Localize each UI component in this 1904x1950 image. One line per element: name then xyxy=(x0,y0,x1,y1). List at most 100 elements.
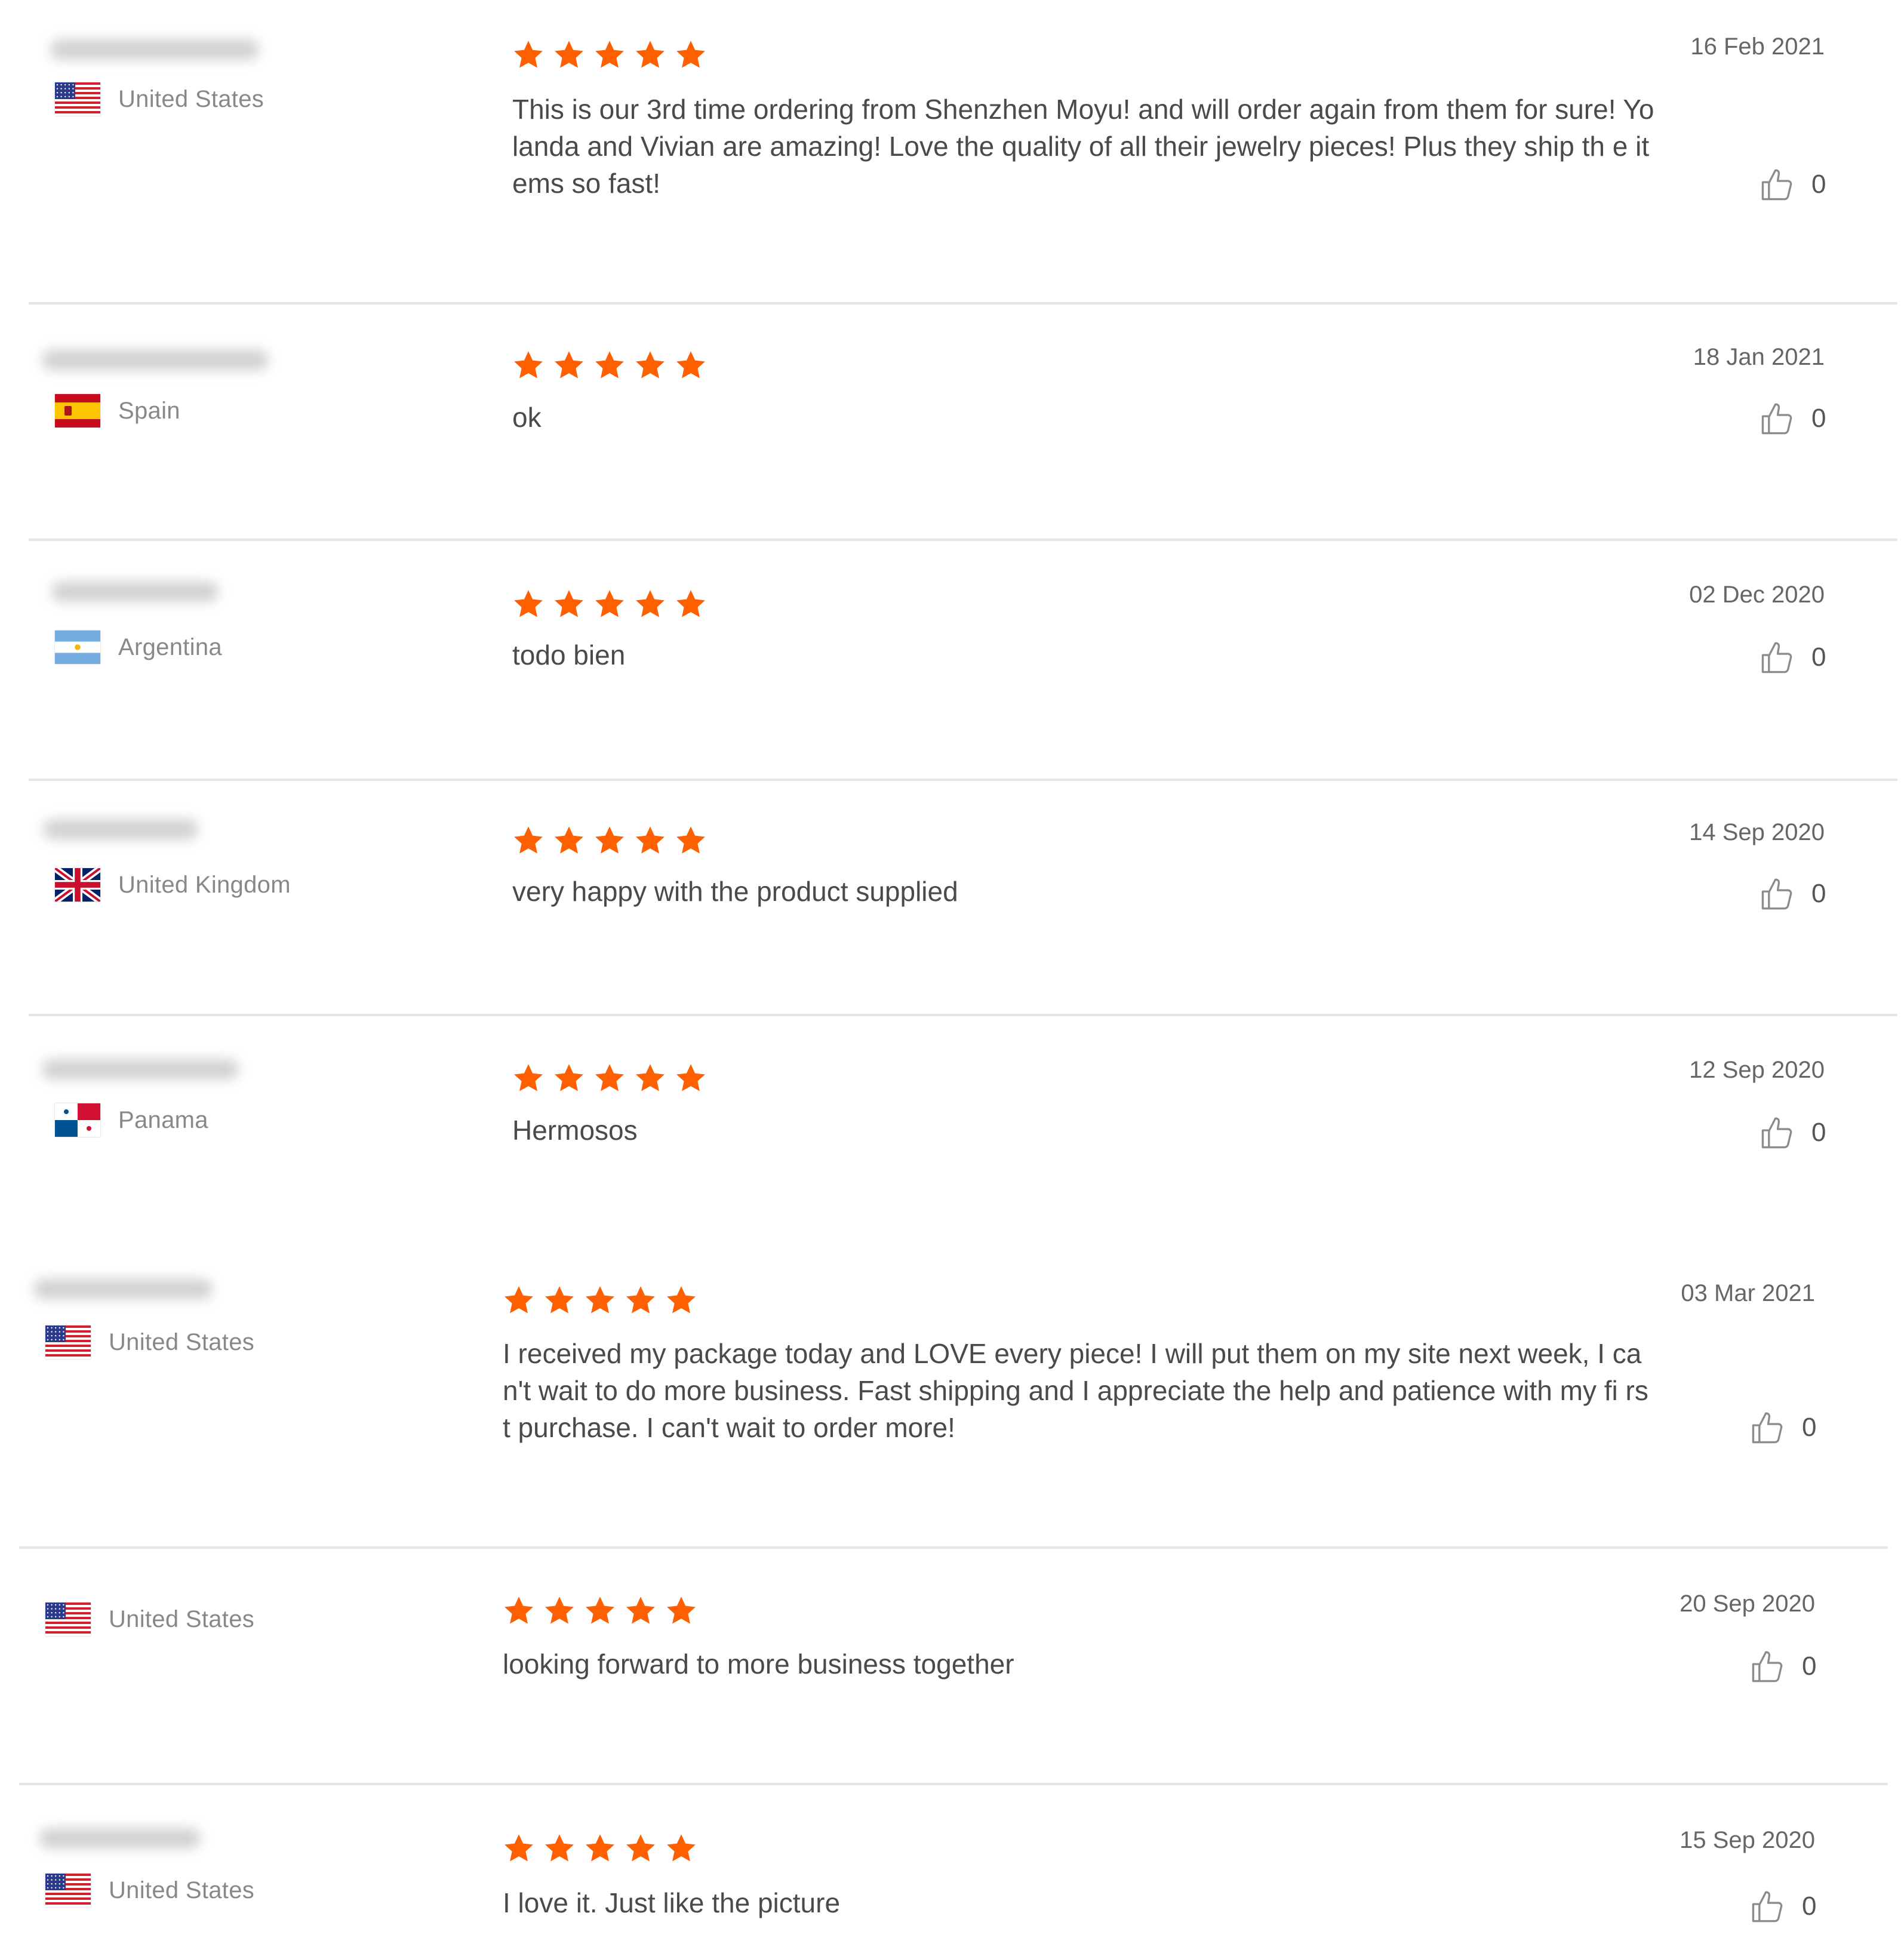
review-date: 15 Sep 2020 xyxy=(1680,1827,1815,1853)
star-icon xyxy=(626,1597,655,1624)
star-icon xyxy=(555,41,583,68)
country-name: Spain xyxy=(118,397,180,424)
reviewer-country: Argentina xyxy=(55,630,222,664)
review-date: 20 Sep 2020 xyxy=(1680,1591,1815,1617)
country-name: Panama xyxy=(118,1106,208,1133)
star-rating xyxy=(511,588,708,621)
like-button[interactable]: 0 xyxy=(1759,1114,1826,1151)
reviewer-name-redacted xyxy=(42,1059,239,1079)
star-icon xyxy=(514,826,543,854)
review-comment: todo bien xyxy=(512,639,626,670)
star-icon xyxy=(586,1286,614,1314)
review-comment: very happy with the product supplied xyxy=(512,876,958,907)
star-icon xyxy=(667,1834,696,1862)
star-icon xyxy=(555,351,583,379)
like-button[interactable]: 0 xyxy=(1749,1888,1816,1925)
star-rating xyxy=(511,824,708,857)
like-count: 0 xyxy=(1811,170,1826,199)
like-count: 0 xyxy=(1811,879,1826,908)
thumbs-up-icon[interactable] xyxy=(1759,166,1796,203)
like-count: 0 xyxy=(1802,1413,1817,1442)
reviewer-name-redacted xyxy=(43,819,198,839)
reviewer-name-redacted xyxy=(51,582,219,602)
review-date: 03 Mar 2021 xyxy=(1681,1280,1815,1306)
reviewer-name-redacted xyxy=(42,350,269,370)
star-icon xyxy=(555,590,583,617)
gb-flag-icon xyxy=(55,868,100,902)
star-icon xyxy=(555,826,583,854)
star-icon xyxy=(505,1834,533,1862)
star-icon xyxy=(676,826,705,854)
us-flag-icon xyxy=(45,1603,91,1636)
thumbs-up-icon[interactable] xyxy=(1759,400,1796,437)
reviewer-country: United Kingdom xyxy=(55,868,291,902)
review-comment: This is our 3rd time ordering from Shenz… xyxy=(512,94,1654,199)
star-icon xyxy=(505,1286,533,1314)
country-name: United States xyxy=(109,1328,255,1355)
like-button[interactable]: 0 xyxy=(1749,1409,1816,1446)
star-icon xyxy=(676,1064,705,1091)
star-icon xyxy=(514,590,543,617)
star-icon xyxy=(595,826,624,854)
review-divider xyxy=(29,779,1897,781)
star-icon xyxy=(545,1597,574,1624)
review-date: 16 Feb 2021 xyxy=(1690,33,1825,60)
like-count: 0 xyxy=(1802,1891,1817,1921)
reviewer-country: Panama xyxy=(55,1103,208,1137)
like-button[interactable]: 0 xyxy=(1759,166,1826,203)
star-icon xyxy=(636,351,665,379)
reviewer-name-redacted xyxy=(33,1279,213,1299)
review-divider xyxy=(29,302,1897,305)
star-icon xyxy=(636,41,665,68)
thumbs-up-icon[interactable] xyxy=(1749,1888,1786,1925)
country-name: United States xyxy=(109,1877,255,1903)
review-divider xyxy=(19,1546,1888,1549)
thumbs-up-icon[interactable] xyxy=(1759,1114,1796,1151)
like-button[interactable]: 0 xyxy=(1759,400,1826,437)
star-icon xyxy=(676,351,705,379)
star-icon xyxy=(636,826,665,854)
star-rating xyxy=(502,1832,699,1865)
thumbs-up-icon[interactable] xyxy=(1759,875,1796,912)
thumbs-up-icon[interactable] xyxy=(1749,1409,1786,1446)
star-icon xyxy=(636,1064,665,1091)
review-date: 18 Jan 2021 xyxy=(1693,344,1825,370)
thumbs-up-icon[interactable] xyxy=(1749,1648,1786,1685)
like-button[interactable]: 0 xyxy=(1759,875,1826,912)
like-button[interactable]: 0 xyxy=(1759,639,1826,676)
review-divider xyxy=(29,1014,1897,1016)
star-icon xyxy=(514,1064,543,1091)
star-icon xyxy=(595,1064,624,1091)
review-divider xyxy=(19,1783,1888,1785)
star-icon xyxy=(667,1286,696,1314)
star-rating xyxy=(511,38,708,72)
star-icon xyxy=(676,41,705,68)
star-icon xyxy=(505,1597,533,1624)
like-count: 0 xyxy=(1811,404,1826,433)
star-rating xyxy=(502,1284,699,1317)
star-icon xyxy=(514,41,543,68)
us-flag-icon xyxy=(55,82,100,116)
country-name: United Kingdom xyxy=(118,871,291,898)
review-date: 02 Dec 2020 xyxy=(1689,582,1825,608)
reviewer-country: United States xyxy=(45,1325,254,1359)
reviewer-country: United States xyxy=(55,82,264,116)
star-icon xyxy=(595,590,624,617)
star-icon xyxy=(667,1597,696,1624)
us-flag-icon xyxy=(45,1874,91,1907)
reviewer-country: United States xyxy=(45,1603,254,1636)
es-flag-icon xyxy=(55,394,100,427)
like-button[interactable]: 0 xyxy=(1749,1648,1816,1685)
country-name: United States xyxy=(118,85,264,112)
review-comment: I love it. Just like the picture xyxy=(503,1887,841,1918)
reviewer-country: United States xyxy=(45,1874,254,1907)
star-icon xyxy=(626,1834,655,1862)
star-rating xyxy=(511,1062,708,1095)
star-icon xyxy=(555,1064,583,1091)
us-flag-icon xyxy=(45,1325,91,1359)
thumbs-up-icon[interactable] xyxy=(1759,639,1796,676)
reviewer-country: Spain xyxy=(55,394,180,427)
star-icon xyxy=(545,1286,574,1314)
reviewer-name-redacted xyxy=(39,1828,201,1848)
ar-flag-icon xyxy=(55,630,100,664)
